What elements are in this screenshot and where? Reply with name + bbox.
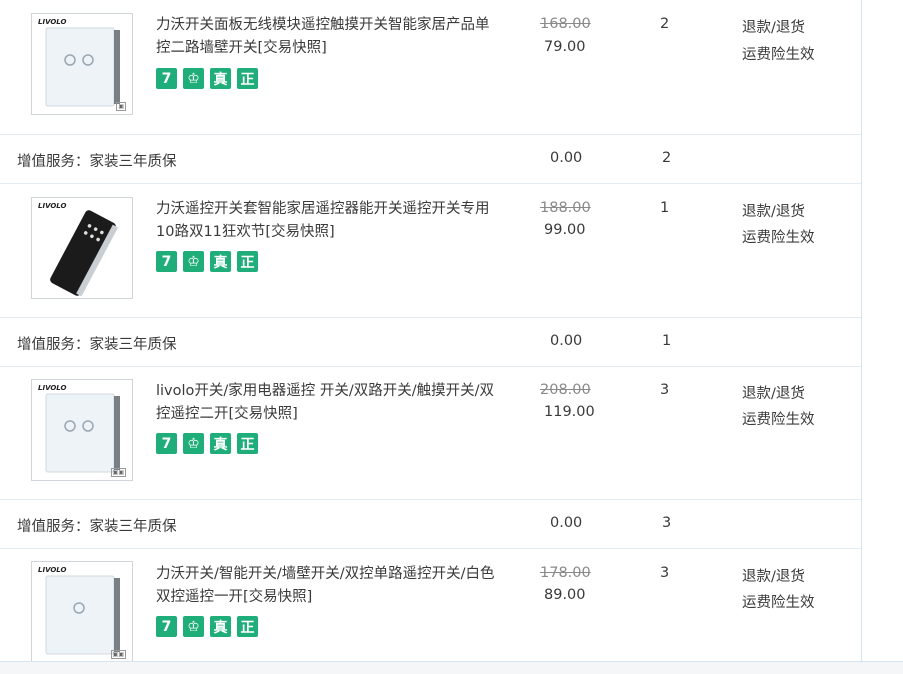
genuine-icon[interactable]: 正 (237, 616, 258, 637)
product-title-link[interactable]: livolo开关/家用电器遥控 开关/双路开关/触摸开关/双控遥控二开[交易快照… (156, 380, 496, 426)
unit-price: 79.00 (544, 39, 586, 55)
genuine-icon[interactable]: 正 (237, 68, 258, 89)
shipping-insurance-link[interactable]: 运费险生效 (742, 226, 815, 247)
brand-logo: LIVOLO (38, 202, 67, 210)
genuine-icon[interactable]: 正 (237, 433, 258, 454)
corner-mark: ▣▣ (110, 650, 126, 659)
genuine-icon[interactable]: 正 (237, 251, 258, 272)
service-label: 增值服务：家装三年质保 (17, 337, 177, 353)
quantity: 2 (660, 16, 670, 32)
table-bottom-border (0, 661, 903, 674)
product-thumbnail[interactable]: LIVOLO ▣▣ (31, 379, 133, 481)
product-thumbnail[interactable]: LIVOLO ▣ (31, 13, 133, 115)
service-badges: 7 ♔ 真 正 (156, 68, 258, 89)
consumer-protection-icon[interactable]: ♔ (183, 433, 204, 454)
quantity: 1 (660, 200, 670, 216)
shipping-insurance-link[interactable]: 运费险生效 (742, 408, 815, 429)
authentic-icon[interactable]: 真 (210, 433, 231, 454)
consumer-protection-icon[interactable]: ♔ (183, 616, 204, 637)
refund-return-link[interactable]: 退款/退货 (742, 382, 805, 403)
service-label: 增值服务：家装三年质保 (17, 154, 177, 170)
product-row: LIVOLO ▣▣ 力沃开关/智能开关/墙壁开关/双控单路遥控开关/白色双控遥控… (0, 549, 861, 663)
product-row: LIVOLO ▣▣ livolo开关/家用电器遥控 开关/双路开关/触摸开关/双… (0, 367, 861, 500)
consumer-protection-icon[interactable]: ♔ (183, 251, 204, 272)
authentic-icon[interactable]: 真 (210, 616, 231, 637)
original-price: 178.00 (540, 565, 591, 581)
product-row: LIVOLO 力沃遥控开关套智能家居遥控器能开关遥控开关专用10路双11狂欢节[… (0, 184, 861, 318)
product-thumbnail[interactable]: LIVOLO (31, 197, 133, 299)
seven-day-return-icon[interactable]: 7 (156, 68, 177, 89)
corner-mark: ▣▣ (110, 468, 126, 477)
switch-image (45, 575, 120, 655)
service-price: 0.00 (550, 333, 583, 349)
corner-mark: ▣ (116, 102, 126, 111)
unit-price: 119.00 (544, 404, 595, 420)
remote-image (50, 210, 119, 297)
service-label: 增值服务：家装三年质保 (17, 519, 177, 535)
product-row: LIVOLO ▣ 力沃开关面板无线模块遥控触摸开关智能家居产品单控二路墙壁开关[… (0, 0, 861, 135)
unit-price: 99.00 (544, 222, 586, 238)
service-row: 增值服务：家装三年质保 0.00 3 (0, 500, 861, 549)
service-badges: 7 ♔ 真 正 (156, 433, 258, 454)
authentic-icon[interactable]: 真 (210, 251, 231, 272)
refund-return-link[interactable]: 退款/退货 (742, 565, 805, 586)
brand-logo: LIVOLO (38, 566, 67, 574)
order-items-table: LIVOLO ▣ 力沃开关面板无线模块遥控触摸开关智能家居产品单控二路墙壁开关[… (0, 0, 862, 663)
original-price: 188.00 (540, 200, 591, 216)
service-row: 增值服务：家装三年质保 0.00 1 (0, 318, 861, 367)
service-price: 0.00 (550, 150, 583, 166)
service-badges: 7 ♔ 真 正 (156, 616, 258, 637)
service-quantity: 1 (662, 333, 672, 349)
product-title-link[interactable]: 力沃开关面板无线模块遥控触摸开关智能家居产品单控二路墙壁开关[交易快照] (156, 14, 496, 60)
shipping-insurance-link[interactable]: 运费险生效 (742, 591, 815, 612)
product-thumbnail[interactable]: LIVOLO ▣▣ (31, 561, 133, 663)
seven-day-return-icon[interactable]: 7 (156, 616, 177, 637)
switch-image (45, 27, 120, 107)
quantity: 3 (660, 565, 670, 581)
brand-logo: LIVOLO (38, 18, 67, 26)
brand-logo: LIVOLO (38, 384, 67, 392)
service-quantity: 2 (662, 150, 672, 166)
switch-image (45, 393, 120, 473)
unit-price: 89.00 (544, 587, 586, 603)
original-price: 168.00 (540, 16, 591, 32)
service-badges: 7 ♔ 真 正 (156, 251, 258, 272)
shipping-insurance-link[interactable]: 运费险生效 (742, 43, 815, 64)
original-price: 208.00 (540, 382, 591, 398)
seven-day-return-icon[interactable]: 7 (156, 251, 177, 272)
quantity: 3 (660, 382, 670, 398)
order-items-panel: LIVOLO ▣ 力沃开关面板无线模块遥控触摸开关智能家居产品单控二路墙壁开关[… (0, 0, 903, 674)
service-row: 增值服务：家装三年质保 0.00 2 (0, 135, 861, 184)
refund-return-link[interactable]: 退款/退货 (742, 200, 805, 221)
consumer-protection-icon[interactable]: ♔ (183, 68, 204, 89)
seven-day-return-icon[interactable]: 7 (156, 433, 177, 454)
authentic-icon[interactable]: 真 (210, 68, 231, 89)
product-title-link[interactable]: 力沃遥控开关套智能家居遥控器能开关遥控开关专用10路双11狂欢节[交易快照] (156, 198, 496, 244)
service-price: 0.00 (550, 515, 583, 531)
product-title-link[interactable]: 力沃开关/智能开关/墙壁开关/双控单路遥控开关/白色双控遥控一开[交易快照] (156, 563, 496, 609)
service-quantity: 3 (662, 515, 672, 531)
refund-return-link[interactable]: 退款/退货 (742, 16, 805, 37)
